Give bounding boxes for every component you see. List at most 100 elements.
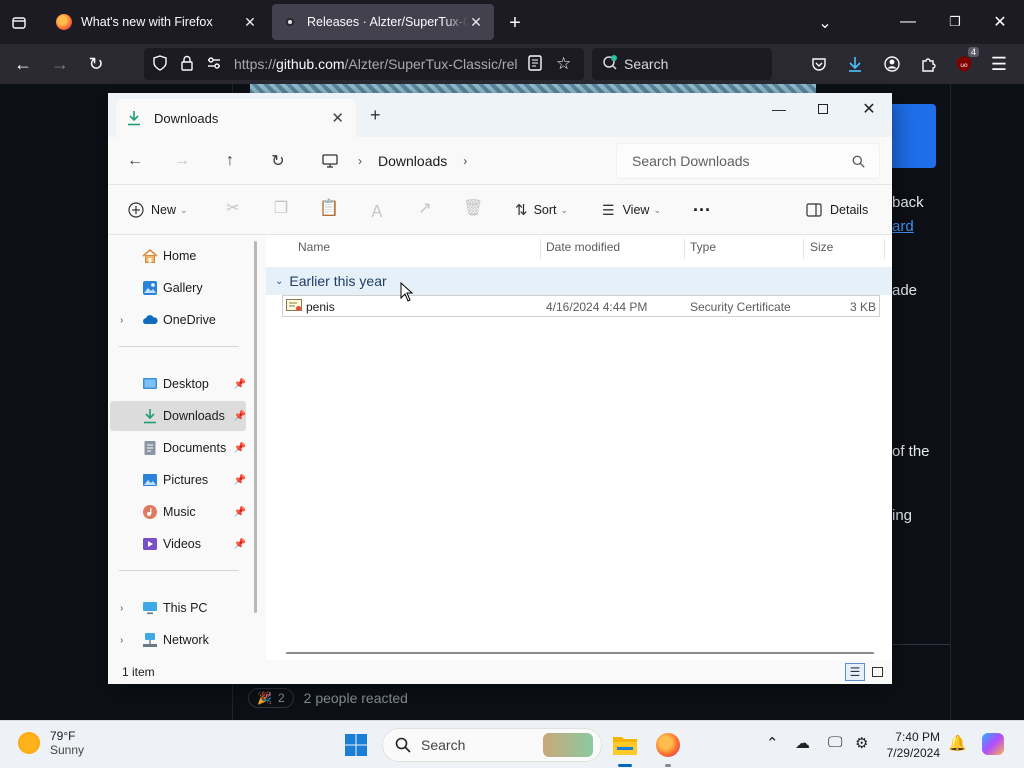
rename-icon[interactable]: Ａ	[367, 198, 387, 222]
pin-icon[interactable]: 📌	[234, 443, 246, 454]
search-downloads-field[interactable]: Search Downloads	[616, 143, 880, 179]
shield-icon[interactable]	[152, 54, 168, 74]
sidebar-item-music[interactable]: Music 📌	[110, 497, 246, 527]
sidebar-item-this-pc[interactable]: › This PC	[110, 593, 246, 623]
network-volume-icon[interactable]: ⚙	[855, 734, 868, 752]
extensions-button[interactable]	[917, 53, 939, 75]
delete-icon[interactable]: 🗑	[463, 198, 483, 218]
breadcrumb-separator-icon[interactable]: ›	[463, 154, 467, 168]
close-tab-icon[interactable]: ✕	[242, 14, 258, 31]
sidebar-item-home[interactable]: Home	[110, 241, 246, 271]
address-bar[interactable]: › Downloads ›	[310, 143, 610, 179]
pin-icon[interactable]: 📌	[234, 475, 246, 486]
forward-button[interactable]: →	[49, 53, 71, 75]
column-divider[interactable]	[884, 239, 885, 259]
close-window-button[interactable]: ✕	[988, 10, 1012, 34]
minimize-button[interactable]: —	[896, 10, 920, 34]
pin-icon[interactable]: 📌	[234, 539, 246, 550]
chevron-right-icon[interactable]: ›	[120, 635, 123, 646]
sidebar-item-pictures[interactable]: Pictures 📌	[110, 465, 246, 495]
sidebar-item-videos[interactable]: Videos 📌	[110, 529, 246, 559]
taskbar-clock[interactable]: 7:40 PM 7/29/2024	[880, 729, 940, 761]
app-menu-button[interactable]: ☰	[988, 53, 1010, 75]
pin-icon[interactable]: 📌	[234, 379, 246, 390]
pocket-button[interactable]	[808, 53, 830, 75]
horizontal-scrollbar[interactable]	[286, 652, 874, 654]
group-header-earlier-this-year[interactable]: ⌄ Earlier this year	[266, 267, 892, 295]
back-button[interactable]: ←	[123, 149, 147, 173]
reader-view-icon[interactable]	[528, 54, 542, 74]
list-all-tabs-button[interactable]: ⌄	[814, 12, 836, 34]
browser-tab-github-releases[interactable]: Releases · Alzter/SuperTux-Classic ✕	[272, 4, 494, 40]
url-bar[interactable]: https://github.com/Alzter/SuperTux-Class…	[144, 48, 584, 80]
details-view-button[interactable]: ☰	[845, 663, 865, 681]
copy-icon[interactable]: ❐	[271, 198, 291, 218]
column-header-type[interactable]: Type	[690, 240, 716, 254]
bookmark-star-icon[interactable]: ☆	[556, 54, 571, 74]
permissions-icon[interactable]	[206, 55, 222, 74]
view-button[interactable]: ☰ View ⌄	[602, 198, 661, 222]
notification-bell-icon[interactable]: 🔔	[948, 734, 967, 752]
firefox-taskbar-button[interactable]	[653, 730, 683, 767]
start-button[interactable]	[341, 730, 371, 760]
column-divider[interactable]	[803, 239, 804, 259]
close-tab-icon[interactable]: ✕	[331, 109, 344, 127]
up-button[interactable]: ↑	[218, 149, 242, 173]
column-divider[interactable]	[684, 239, 685, 259]
restore-button[interactable]: ❐	[943, 10, 967, 34]
maximize-button[interactable]	[800, 95, 846, 123]
display-icon[interactable]: 🖵	[828, 734, 842, 751]
minimize-button[interactable]: —	[756, 95, 802, 123]
pin-icon[interactable]: 📌	[234, 411, 246, 422]
taskbar-search-box[interactable]: Search	[382, 728, 602, 762]
breadcrumb-downloads[interactable]: Downloads	[378, 153, 447, 169]
account-button[interactable]	[881, 53, 903, 75]
copilot-icon[interactable]	[982, 733, 1004, 755]
chevron-up-icon[interactable]: ⌃	[766, 734, 779, 752]
chevron-right-icon[interactable]: ›	[120, 603, 123, 614]
reaction-button[interactable]: 🎉 2	[248, 688, 294, 708]
column-header-date-modified[interactable]: Date modified	[546, 240, 620, 254]
close-window-button[interactable]: ✕	[846, 95, 892, 123]
column-header-size[interactable]: Size	[810, 240, 833, 254]
column-header-name[interactable]: Name	[298, 240, 330, 254]
forward-button[interactable]: →	[170, 149, 194, 173]
sidebar-scrollbar[interactable]	[254, 241, 257, 613]
close-tab-icon[interactable]: ✕	[468, 14, 484, 31]
new-button[interactable]: New ⌄	[128, 198, 188, 222]
weather-widget[interactable]: 79°F Sunny	[18, 729, 84, 757]
file-row[interactable]: penis 4/16/2024 4:44 PM Security Certifi…	[282, 295, 880, 317]
new-tab-button[interactable]: +	[370, 105, 381, 126]
sidebar-item-desktop[interactable]: Desktop 📌	[110, 369, 246, 399]
cloud-sync-off-icon[interactable]: ☁	[795, 734, 810, 752]
tiles-view-button[interactable]	[867, 663, 887, 681]
sidebar-item-network[interactable]: › Network	[110, 625, 246, 655]
sidebar-item-downloads[interactable]: Downloads 📌	[110, 401, 246, 431]
details-pane-button[interactable]: Details	[806, 198, 868, 222]
new-tab-button[interactable]: +	[504, 12, 526, 34]
cut-icon[interactable]: ✂	[223, 198, 243, 218]
chevron-right-icon[interactable]: ›	[120, 315, 123, 326]
more-options-button[interactable]: ···	[693, 198, 711, 222]
sort-button[interactable]: ⇅ Sort ⌄	[515, 198, 568, 222]
reload-button[interactable]: ↻	[85, 53, 107, 75]
pin-icon[interactable]: 📌	[234, 507, 246, 518]
browser-search-box[interactable]: Search	[592, 48, 772, 80]
explorer-tab-downloads[interactable]: Downloads ✕	[116, 99, 356, 137]
lock-icon[interactable]	[180, 55, 194, 74]
column-divider[interactable]	[540, 239, 541, 259]
refresh-button[interactable]: ↻	[266, 149, 290, 173]
paste-icon[interactable]: 📋	[319, 198, 339, 218]
sidebar-item-onedrive[interactable]: › OneDrive	[110, 305, 246, 335]
browser-tab-firefox-whats-new[interactable]: What's new with Firefox ✕	[46, 4, 268, 40]
ublock-origin-button[interactable]: uo 4	[953, 47, 979, 75]
pocket-icon	[812, 58, 826, 71]
sidebar-item-gallery[interactable]: Gallery	[110, 273, 246, 303]
file-explorer-taskbar-button[interactable]	[610, 730, 640, 767]
sidebar-item-documents[interactable]: Documents 📌	[110, 433, 246, 463]
firefox-view-button[interactable]	[8, 12, 30, 34]
back-button[interactable]: ←	[12, 53, 34, 75]
release-link-fragment[interactable]: ard	[892, 218, 914, 235]
share-icon[interactable]: ↗	[415, 198, 435, 218]
downloads-button[interactable]	[844, 53, 866, 75]
